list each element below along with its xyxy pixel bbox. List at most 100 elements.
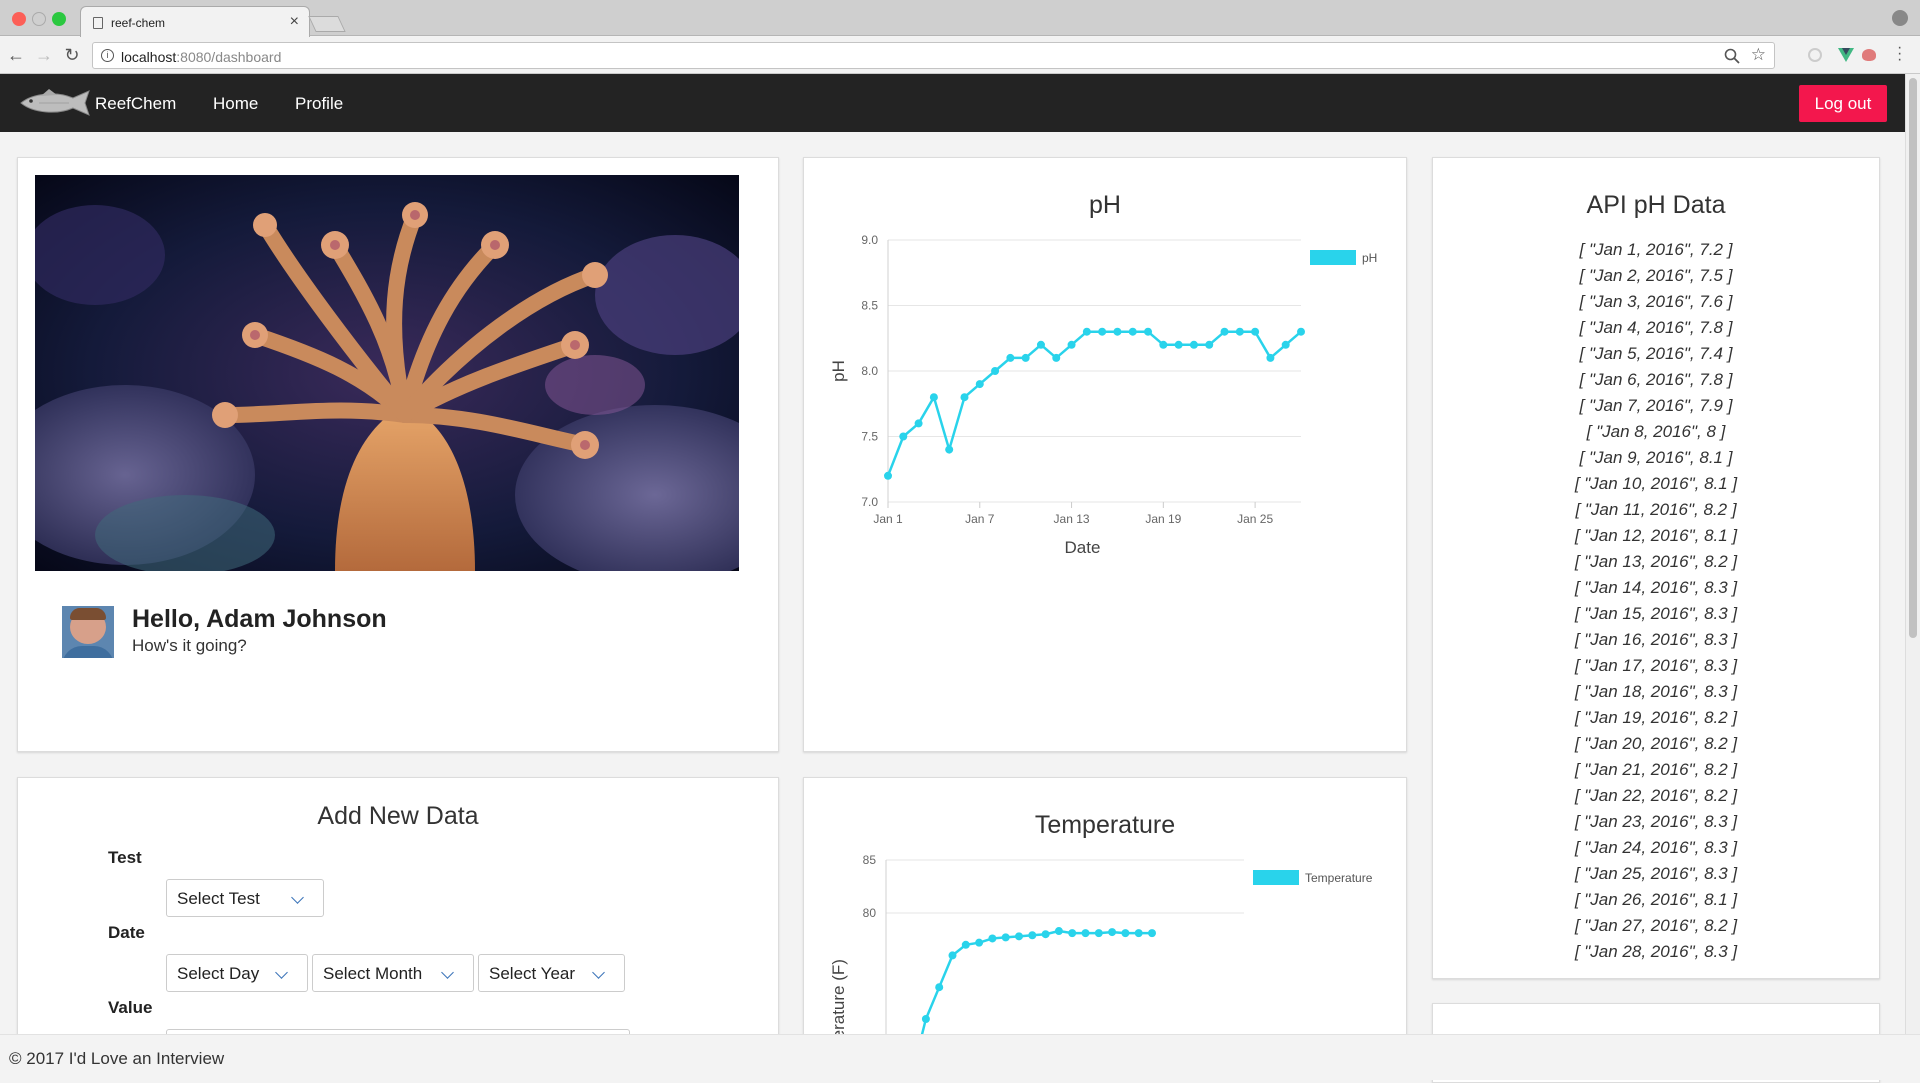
user-profile-icon[interactable] — [1892, 10, 1908, 26]
api-card-title: API pH Data — [1586, 191, 1726, 219]
reload-icon[interactable]: ↻ — [62, 45, 82, 66]
zoom-icon[interactable] — [1724, 48, 1740, 64]
api-data-row: [ "Jan 3, 2016", 7.6 ] — [1579, 292, 1733, 311]
y-axis-label: pH — [829, 360, 848, 382]
chevron-down-icon — [275, 966, 288, 979]
ph-chart-card: pH 7.0 7.5 8.0 8.5 9.0 Jan 1 Jan 7 Jan 13 Jan 19… — [803, 157, 1407, 752]
y-tick-label: 7.0 — [861, 495, 878, 509]
ph-line-chart: 7.0 7.5 8.0 8.5 9.0 Jan 1 Jan 7 Jan 13 Jan 19 Jan… — [829, 233, 1377, 557]
browser-tab-strip: reef-chem × — [0, 0, 1920, 37]
ph-data-point — [1036, 340, 1045, 349]
profile-card: Hello, Adam Johnson How's it going? — [17, 157, 779, 752]
month-select[interactable]: Select Month — [312, 954, 474, 992]
temperature-data-point — [1081, 929, 1090, 938]
address-bar[interactable]: i localhost:8080/dashboard ☆ — [92, 42, 1775, 69]
api-ph-data-card: API pH Data [ "Jan 1, 2016", 7.2 ] [ "Jan… — [1432, 157, 1880, 979]
footer-text: © 2017 I'd Love an Interview — [9, 1049, 225, 1068]
api-data-row: [ "Jan 16, 2016", 8.3 ] — [1574, 630, 1738, 649]
ph-data-point — [1098, 327, 1107, 336]
ph-data-point — [1281, 340, 1290, 349]
ph-data-point — [1082, 327, 1091, 336]
avatar — [62, 606, 114, 658]
extension-icon[interactable] — [1808, 48, 1822, 62]
page-footer: © 2017 I'd Love an Interview — [0, 1034, 1920, 1080]
y-tick-label: 8.5 — [861, 299, 878, 313]
x-tick-label: Jan 25 — [1237, 512, 1273, 526]
menu-dots-icon[interactable]: · · · — [1897, 40, 1902, 68]
api-data-row: [ "Jan 8, 2016", 8 ] — [1586, 422, 1726, 441]
chevron-down-icon — [592, 966, 605, 979]
temperature-data-point — [1028, 931, 1037, 940]
temperature-data-point — [988, 934, 997, 943]
legend-label: pH — [1362, 251, 1377, 265]
browser-tab[interactable]: reef-chem × — [80, 6, 310, 37]
api-data-row: [ "Jan 10, 2016", 8.1 ] — [1574, 474, 1738, 493]
ph-data-point — [1128, 327, 1137, 336]
temperature-data-point — [1015, 932, 1023, 941]
tab-title: reef-chem — [111, 16, 166, 30]
api-data-row: [ "Jan 15, 2016", 8.3 ] — [1574, 604, 1738, 623]
page-scrollbar[interactable] — [1905, 74, 1920, 1034]
greeting-subtitle: How's it going? — [132, 636, 247, 655]
temperature-data-point — [935, 983, 944, 992]
ph-data-point — [1297, 327, 1305, 336]
api-data-row: [ "Jan 6, 2016", 7.8 ] — [1579, 370, 1733, 389]
year-select[interactable]: Select Year — [478, 954, 625, 992]
close-window-button[interactable] — [12, 12, 26, 26]
maximize-window-button[interactable] — [52, 12, 66, 26]
ph-data-point — [1052, 353, 1061, 362]
test-select[interactable]: Select Test — [166, 879, 324, 917]
ph-data-point — [1159, 340, 1168, 349]
temperature-data-point — [1108, 928, 1117, 937]
new-tab-button[interactable] — [308, 16, 346, 32]
ph-data-point — [1220, 327, 1229, 336]
ph-data-point — [899, 432, 908, 441]
forward-arrow-icon[interactable]: → — [34, 45, 54, 66]
scrollbar-thumb[interactable] — [1909, 78, 1917, 638]
api-data-row: [ "Jan 9, 2016", 8.1 ] — [1579, 448, 1733, 467]
ph-data-point — [1235, 327, 1244, 336]
y-tick-label: 80 — [863, 906, 877, 920]
ph-data-point — [1021, 353, 1030, 362]
api-data-row: [ "Jan 21, 2016", 8.2 ] — [1574, 760, 1738, 779]
chevron-down-icon — [441, 966, 454, 979]
x-axis-label: Date — [1065, 538, 1101, 557]
api-data-row: [ "Jan 20, 2016", 8.2 ] — [1574, 734, 1738, 753]
info-icon[interactable]: i — [101, 49, 114, 62]
y-tick-label: 8.0 — [861, 364, 878, 378]
ph-data-point — [1067, 340, 1076, 349]
api-data-row: [ "Jan 11, 2016", 8.2 ] — [1575, 500, 1737, 519]
x-tick-label: Jan 13 — [1054, 512, 1090, 526]
logout-button[interactable]: Log out — [1799, 85, 1887, 122]
add-data-card: Add New Data Test Select Test Date Selec… — [17, 777, 779, 1077]
api-data-row: [ "Jan 27, 2016", 8.2 ] — [1574, 916, 1738, 935]
api-data-row: [ "Jan 17, 2016", 8.3 ] — [1574, 656, 1738, 675]
reef-anemone-photo — [35, 175, 739, 571]
back-arrow-icon[interactable]: ← — [6, 45, 26, 66]
ph-data-point — [975, 380, 984, 389]
nav-link-home[interactable]: Home — [213, 94, 258, 114]
minimize-window-button[interactable] — [32, 12, 46, 26]
ph-series-line — [886, 330, 1302, 477]
chevron-down-icon — [291, 891, 304, 904]
day-select[interactable]: Select Day — [166, 954, 308, 992]
temperature-data-point — [1054, 927, 1063, 936]
nav-link-profile[interactable]: Profile — [295, 94, 343, 114]
ph-data-point — [960, 393, 969, 402]
y-tick-label: 9.0 — [861, 233, 878, 247]
value-label: Value — [108, 998, 153, 1017]
brand-link[interactable]: ReefChem — [95, 94, 176, 114]
ph-data-point — [1144, 327, 1153, 336]
fish-logo-icon[interactable] — [19, 88, 95, 118]
temperature-data-point — [1001, 933, 1010, 942]
bookmark-star-icon[interactable]: ☆ — [1751, 45, 1766, 65]
vue-devtools-icon[interactable] — [1838, 47, 1854, 63]
y-tick-label: 85 — [863, 853, 877, 867]
browser-toolbar: ← → ↻ i localhost:8080/dashboard ☆ · · · — [0, 37, 1920, 74]
api-data-row: [ "Jan 22, 2016", 8.2 ] — [1574, 786, 1738, 805]
close-tab-icon[interactable]: × — [290, 13, 299, 31]
api-data-row: [ "Jan 13, 2016", 8.2 ] — [1574, 552, 1738, 571]
extension-icon[interactable] — [1862, 49, 1876, 61]
ph-data-point — [1113, 327, 1122, 336]
temperature-chart-card: Temperature 85 80 Temperature (F) Temperatu… — [803, 777, 1407, 1077]
